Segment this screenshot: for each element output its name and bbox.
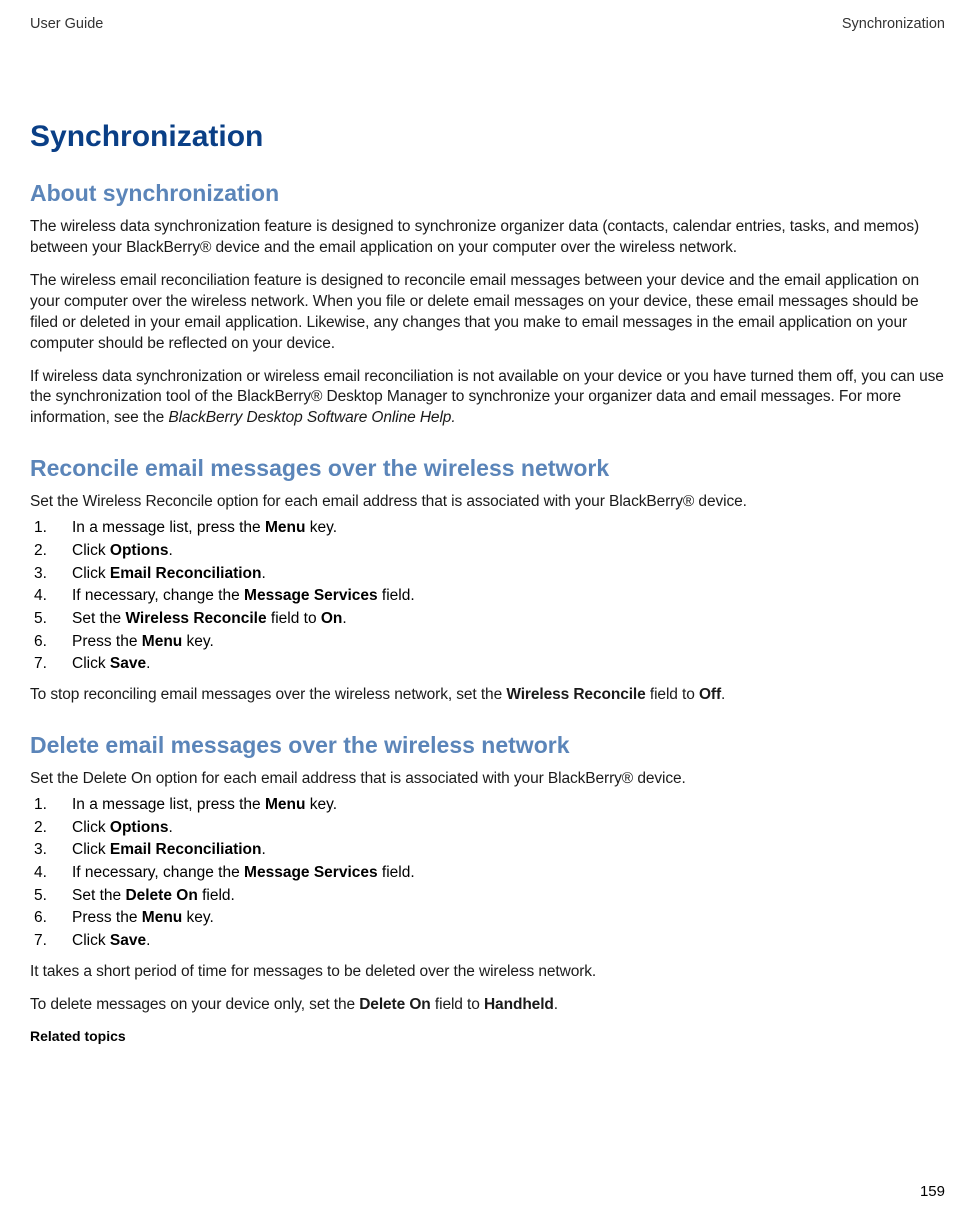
reconcile-steps: In a message list, press the Menu key. C… — [30, 517, 945, 675]
about-p2: The wireless email reconciliation featur… — [30, 271, 945, 355]
list-item: In a message list, press the Menu key. — [30, 517, 945, 539]
reconcile-intro: Set the Wireless Reconcile option for ea… — [30, 492, 945, 513]
delete-intro: Set the Delete On option for each email … — [30, 769, 945, 790]
list-item: In a message list, press the Menu key. — [30, 794, 945, 816]
delete-note: It takes a short period of time for mess… — [30, 962, 945, 983]
header-right: Synchronization — [842, 16, 945, 32]
chapter-title: Synchronization — [30, 120, 945, 154]
page-content: Synchronization About synchronization Th… — [0, 32, 975, 1044]
list-item: Click Email Reconciliation. — [30, 563, 945, 585]
list-item: If necessary, change the Message Service… — [30, 862, 945, 884]
related-topics: Related topics — [30, 1028, 945, 1044]
section-title-about: About synchronization — [30, 180, 945, 207]
page-number: 159 — [920, 1183, 945, 1200]
list-item: Click Options. — [30, 817, 945, 839]
list-item: Click Email Reconciliation. — [30, 839, 945, 861]
list-item: Click Save. — [30, 930, 945, 952]
section-about: About synchronization The wireless data … — [30, 180, 945, 429]
list-item: Click Save. — [30, 653, 945, 675]
about-p3-italic: BlackBerry Desktop Software Online Help. — [168, 409, 455, 426]
list-item: Press the Menu key. — [30, 631, 945, 653]
header-left: User Guide — [30, 16, 103, 32]
list-item: Set the Wireless Reconcile field to On. — [30, 608, 945, 630]
reconcile-outro: To stop reconciling email messages over … — [30, 685, 945, 706]
delete-outro: To delete messages on your device only, … — [30, 995, 945, 1016]
about-p1: The wireless data synchronization featur… — [30, 217, 945, 259]
list-item: Set the Delete On field. — [30, 885, 945, 907]
page-header: User Guide Synchronization — [0, 0, 975, 32]
section-title-delete: Delete email messages over the wireless … — [30, 732, 945, 759]
list-item: If necessary, change the Message Service… — [30, 585, 945, 607]
section-delete: Delete email messages over the wireless … — [30, 732, 945, 1044]
list-item: Click Options. — [30, 540, 945, 562]
delete-steps: In a message list, press the Menu key. C… — [30, 794, 945, 952]
list-item: Press the Menu key. — [30, 907, 945, 929]
section-reconcile: Reconcile email messages over the wirele… — [30, 455, 945, 706]
about-p3: If wireless data synchronization or wire… — [30, 367, 945, 430]
section-title-reconcile: Reconcile email messages over the wirele… — [30, 455, 945, 482]
